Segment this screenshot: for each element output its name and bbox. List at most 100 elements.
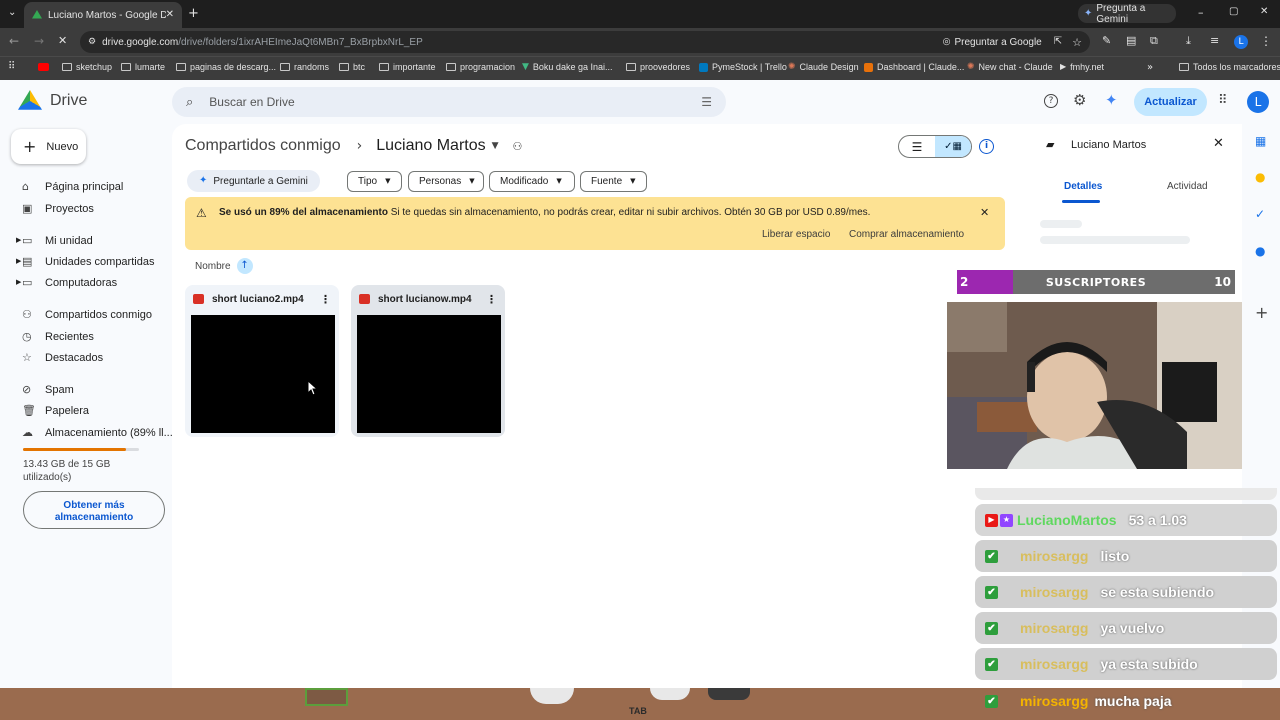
close-banner-icon[interactable]: ✕: [980, 207, 989, 218]
breadcrumb-parent[interactable]: Compartidos conmigo: [185, 137, 341, 155]
extensions-icon[interactable]: ⧉: [1150, 35, 1158, 46]
sidebar-item-starred[interactable]: Destacados: [45, 352, 103, 364]
expand-arrow-icon[interactable]: ▶: [16, 258, 21, 265]
tasks-icon[interactable]: ✓: [1255, 208, 1265, 220]
bookmark-importante[interactable]: importante: [379, 62, 436, 72]
sidebar-item-trash[interactable]: Papelera: [45, 405, 89, 417]
sidebar-item-my-drive[interactable]: Mi unidad: [45, 235, 93, 247]
sidebar-item-shared-drives[interactable]: Unidades compartidas: [45, 256, 154, 268]
close-details-icon[interactable]: ✕: [1213, 137, 1224, 150]
bookmark-lumarte[interactable]: lumarte: [121, 62, 165, 72]
sort-arrow-up-icon[interactable]: ↑: [236, 258, 253, 274]
youtube-icon[interactable]: [38, 63, 49, 71]
close-tab-icon[interactable]: ✕: [166, 10, 174, 20]
tab-search-icon[interactable]: ⌄: [8, 8, 16, 18]
help-icon[interactable]: ?: [1044, 94, 1058, 108]
sidebar-item-home[interactable]: Página principal: [45, 181, 123, 193]
update-button[interactable]: Actualizar: [1134, 88, 1207, 116]
bookmark-sketchup[interactable]: sketchup: [62, 62, 112, 72]
all-bookmarks[interactable]: Todos los marcadores: [1179, 62, 1280, 72]
sidebar-item-projects[interactable]: Proyectos: [45, 203, 94, 215]
settings-icon[interactable]: ⚙: [1073, 93, 1086, 108]
search-bar[interactable]: ⌕ Buscar en Drive ☰: [172, 87, 726, 117]
bookmark-paginas[interactable]: paginas de descarg...: [176, 62, 276, 72]
more-actions-icon[interactable]: ⋮: [320, 294, 331, 305]
sidebar-item-shared-with-me[interactable]: Compartidos conmigo: [45, 309, 152, 321]
file-card[interactable]: short luciano2.mp4 ⋮: [185, 285, 339, 437]
share-icon[interactable]: ⇱: [1054, 37, 1062, 47]
close-window-icon[interactable]: ✕: [1260, 7, 1268, 17]
contacts-icon[interactable]: ●: [1255, 245, 1265, 257]
expand-arrow-icon[interactable]: ▶: [16, 279, 21, 286]
gemini-sparkle-icon[interactable]: ✦: [1105, 93, 1118, 108]
browser-tab[interactable]: Luciano Martos - Google Drive ✕: [24, 2, 182, 28]
search-input[interactable]: Buscar en Drive: [209, 95, 685, 109]
sidebar-item-computers[interactable]: Computadoras: [45, 277, 117, 289]
profile-avatar[interactable]: L: [1234, 35, 1248, 49]
drive-logo[interactable]: Drive: [18, 90, 87, 112]
bookmark-fmhy[interactable]: ▶ fmhy.net: [1060, 62, 1104, 72]
list-view-icon[interactable]: ☰: [899, 136, 935, 157]
sidebar-item-spam[interactable]: Spam: [45, 384, 74, 396]
download-icon[interactable]: ⤓: [1186, 35, 1191, 46]
filter-modified[interactable]: Modificado ▼: [489, 171, 575, 192]
filter-source[interactable]: Fuente ▼: [580, 171, 647, 192]
bookmark-claude-design[interactable]: ✺ Claude Design: [788, 62, 859, 72]
buy-storage-link[interactable]: Comprar almacenamiento: [849, 229, 964, 240]
apps-icon[interactable]: ⠿: [8, 62, 15, 72]
tab-details[interactable]: Detalles: [1064, 181, 1102, 192]
breadcrumb-current[interactable]: Luciano Martos: [376, 137, 485, 155]
stop-icon[interactable]: ✕: [58, 35, 67, 46]
bookmark-boku[interactable]: ▼ Boku dake ga Inai...: [522, 62, 612, 72]
filter-type[interactable]: Tipo ▼: [347, 171, 402, 192]
tab-groups-icon[interactable]: ≡: [1210, 35, 1219, 46]
calendar-icon[interactable]: ▦: [1255, 135, 1266, 147]
account-avatar[interactable]: L: [1247, 91, 1269, 113]
bookmark-programacion[interactable]: programacion: [446, 62, 515, 72]
caret-down-icon[interactable]: ▼: [492, 141, 499, 151]
menu-icon[interactable]: ⋮: [1260, 35, 1272, 47]
file-thumbnail[interactable]: [357, 315, 501, 433]
maximize-icon[interactable]: ▢: [1229, 7, 1238, 17]
grid-view-icon[interactable]: ✓▦: [935, 136, 971, 157]
search-icon[interactable]: ⌕: [186, 96, 193, 109]
pen-icon[interactable]: ✎: [1102, 35, 1111, 46]
reading-list-icon[interactable]: ▤: [1126, 35, 1136, 46]
back-icon[interactable]: ←: [9, 35, 19, 47]
file-thumbnail[interactable]: [191, 315, 335, 433]
gemini-chip[interactable]: ✦ Preguntarle a Gemini: [187, 170, 320, 192]
google-lens-icon[interactable]: ◎: [943, 37, 951, 47]
forward-icon[interactable]: →: [34, 35, 44, 47]
search-options-icon[interactable]: ☰: [701, 96, 712, 108]
bookmark-dashboard[interactable]: Dashboard | Claude...: [864, 62, 964, 72]
info-icon[interactable]: i: [979, 139, 994, 154]
file-card[interactable]: short lucianow.mp4 ⋮: [351, 285, 505, 437]
shared-folder-icon[interactable]: ⚇: [513, 141, 523, 152]
tab-activity[interactable]: Actividad: [1167, 181, 1208, 192]
google-apps-icon[interactable]: ⠿: [1218, 94, 1228, 107]
bookmark-new-chat[interactable]: ✺ New chat - Claude: [967, 62, 1053, 72]
site-info-icon[interactable]: ⚙: [88, 37, 96, 47]
address-bar[interactable]: ⚙ drive.google.com /drive/folders/1ixrAH…: [80, 31, 1090, 53]
more-bookmarks-icon[interactable]: »: [1147, 63, 1153, 73]
gemini-button[interactable]: ✦ Pregunta a Gemini: [1078, 3, 1176, 25]
free-space-link[interactable]: Liberar espacio: [762, 229, 830, 240]
sort-header[interactable]: Nombre ↑: [195, 258, 253, 274]
more-actions-icon[interactable]: ⋮: [486, 294, 497, 305]
bookmark-btc[interactable]: btc: [339, 62, 365, 72]
add-addon-icon[interactable]: +: [1255, 305, 1268, 321]
sidebar-item-storage[interactable]: Almacenamiento (89% ll...: [45, 427, 173, 439]
bookmark-star-icon[interactable]: ☆: [1072, 37, 1082, 48]
get-more-storage-button[interactable]: Obtener más almacenamiento: [23, 491, 165, 529]
new-button[interactable]: + Nuevo: [11, 129, 86, 164]
minimize-icon[interactable]: –: [1198, 7, 1204, 18]
expand-arrow-icon[interactable]: ▶: [16, 237, 21, 244]
filter-people[interactable]: Personas ▼: [408, 171, 484, 192]
ask-google-label[interactable]: Preguntar a Google: [954, 37, 1041, 48]
sidebar-item-recent[interactable]: Recientes: [45, 331, 94, 343]
bookmark-proovedores[interactable]: proovedores: [626, 62, 690, 72]
keep-icon[interactable]: ●: [1255, 171, 1265, 183]
bookmark-trello[interactable]: PymeStock | Trello: [699, 62, 787, 72]
bookmark-randoms[interactable]: randoms: [280, 62, 329, 72]
new-tab-icon[interactable]: +: [188, 7, 199, 20]
